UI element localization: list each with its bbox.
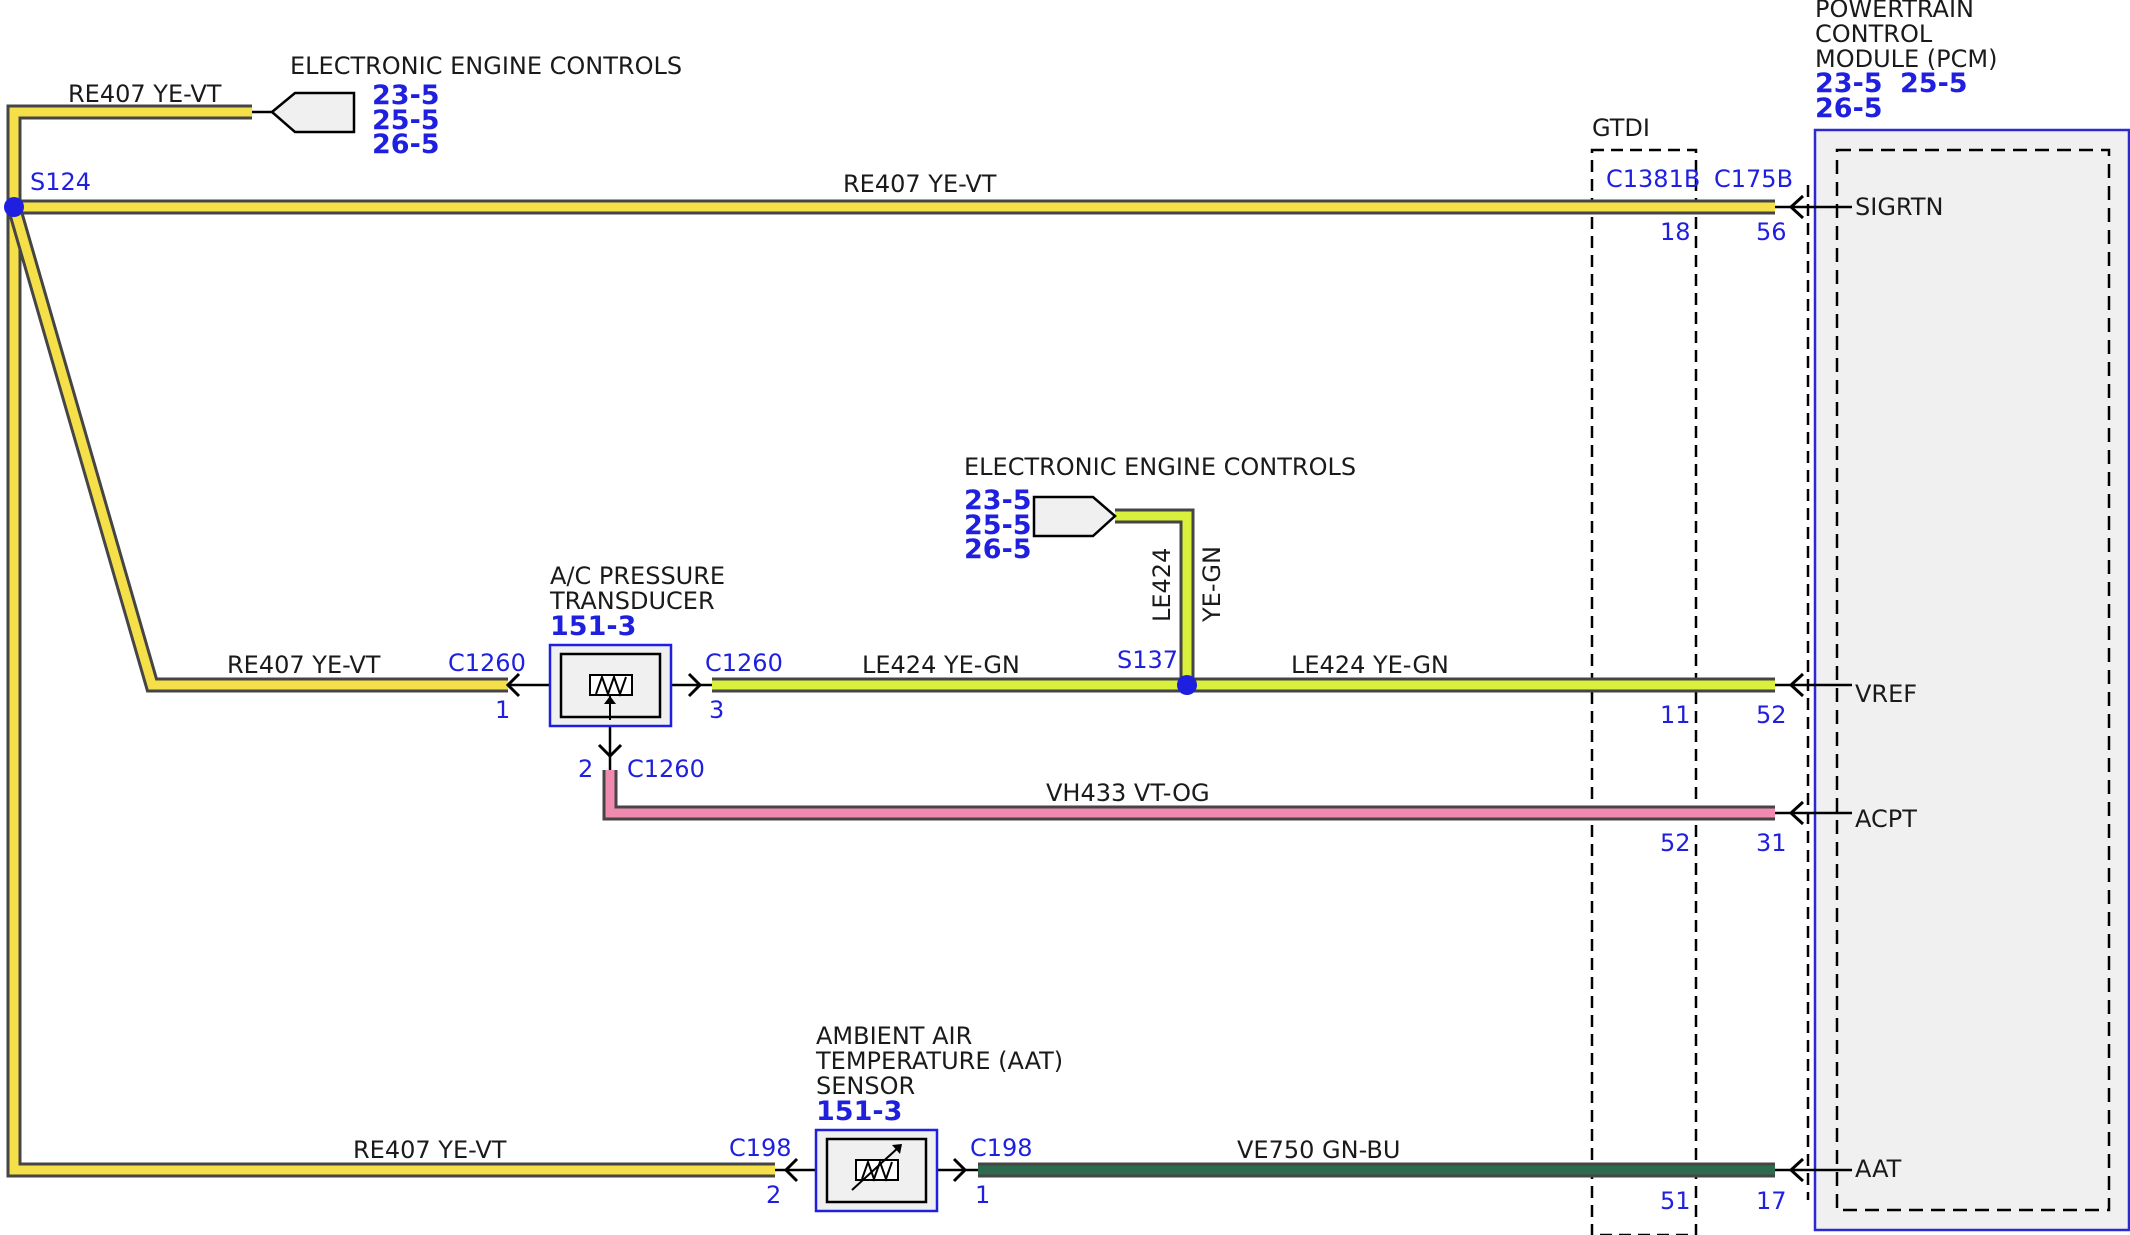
pin-acpt-c1381b: 52 bbox=[1660, 829, 1691, 857]
eec-connector-top bbox=[270, 91, 356, 134]
eec-connector-mid bbox=[1032, 495, 1117, 538]
circuit-re407-top: RE407 YE-VT bbox=[68, 80, 222, 108]
aat-sensor bbox=[775, 1128, 978, 1213]
c1260-label-left: C1260 bbox=[448, 649, 526, 677]
circuit-ve750: VE750 GN-BU bbox=[1237, 1136, 1400, 1164]
eec-top-ref-3: 26-5 bbox=[372, 129, 440, 160]
c1260-label-bottom: C1260 bbox=[627, 755, 705, 783]
pin-acpt-c175b: 31 bbox=[1756, 829, 1787, 857]
splice-s124-label: S124 bbox=[30, 168, 91, 196]
splice-s137-dot bbox=[1177, 675, 1197, 695]
circuit-re407-aat: RE407 YE-VT bbox=[353, 1136, 507, 1164]
gtdi-label: GTDI bbox=[1592, 114, 1650, 142]
c1260-pin-1: 1 bbox=[495, 696, 510, 724]
aat-sensor-title-1: AMBIENT AIR bbox=[816, 1022, 972, 1050]
ac-pressure-transducer bbox=[505, 643, 712, 770]
circuit-le424-vertical-id: LE424 bbox=[1148, 548, 1176, 622]
pcm-pin-acpt: ACPT bbox=[1855, 805, 1917, 833]
c1260-label-right: C1260 bbox=[705, 649, 783, 677]
pcm-ref-3: 26-5 bbox=[1815, 93, 1883, 124]
splice-s137-label: S137 bbox=[1117, 646, 1178, 674]
pcm-pin-sigrtn: SIGRTN bbox=[1855, 193, 1943, 221]
connector-c175b-label: C175B bbox=[1714, 165, 1793, 193]
c198-pin-1: 1 bbox=[975, 1181, 990, 1209]
ac-transducer-ref: 151-3 bbox=[550, 611, 636, 642]
aat-sensor-ref: 151-3 bbox=[816, 1096, 902, 1127]
wiring-diagram: POWERTRAIN CONTROL MODULE (PCM) 23-5 25-… bbox=[4, 0, 2130, 1235]
pcm-ref-2: 25-5 bbox=[1900, 68, 1968, 99]
c198-label-right: C198 bbox=[970, 1134, 1033, 1162]
circuit-le424-vertical-color: YE-GN bbox=[1198, 546, 1226, 623]
c1260-pin-2: 2 bbox=[578, 755, 593, 783]
pin-aat-c175b: 17 bbox=[1756, 1187, 1787, 1215]
eec-mid-label: ELECTRONIC ENGINE CONTROLS bbox=[964, 453, 1356, 481]
wire-re407 bbox=[6, 104, 1775, 1178]
eec-mid-ref-3: 26-5 bbox=[964, 534, 1032, 565]
eec-top-label: ELECTRONIC ENGINE CONTROLS bbox=[290, 52, 682, 80]
circuit-re407-main: RE407 YE-VT bbox=[843, 170, 997, 198]
c1260-pin-3: 3 bbox=[709, 696, 724, 724]
splice-s124-dot bbox=[4, 197, 24, 217]
circuit-vh433: VH433 VT-OG bbox=[1046, 779, 1210, 807]
pin-sigrtn-c1381b: 18 bbox=[1660, 218, 1691, 246]
pcm-title-line-2: CONTROL bbox=[1815, 20, 1933, 48]
pcm-pin-aat: AAT bbox=[1855, 1155, 1902, 1183]
circuit-le424-left: LE424 YE-GN bbox=[862, 651, 1020, 679]
circuit-le424-right: LE424 YE-GN bbox=[1291, 651, 1449, 679]
pin-vref-c175b: 52 bbox=[1756, 701, 1787, 729]
pcm-pin-vref: VREF bbox=[1855, 680, 1917, 708]
connector-c1381b-label: C1381B bbox=[1606, 165, 1700, 193]
pin-aat-c1381b: 51 bbox=[1660, 1187, 1691, 1215]
pin-vref-c1381b: 11 bbox=[1660, 701, 1691, 729]
c198-label-left: C198 bbox=[729, 1134, 792, 1162]
circuit-re407-ac: RE407 YE-VT bbox=[227, 651, 381, 679]
ac-transducer-title-1: A/C PRESSURE bbox=[550, 562, 725, 590]
aat-sensor-title-2: TEMPERATURE (AAT) bbox=[815, 1047, 1063, 1075]
c198-pin-2: 2 bbox=[766, 1181, 781, 1209]
pin-sigrtn-c175b: 56 bbox=[1756, 218, 1787, 246]
